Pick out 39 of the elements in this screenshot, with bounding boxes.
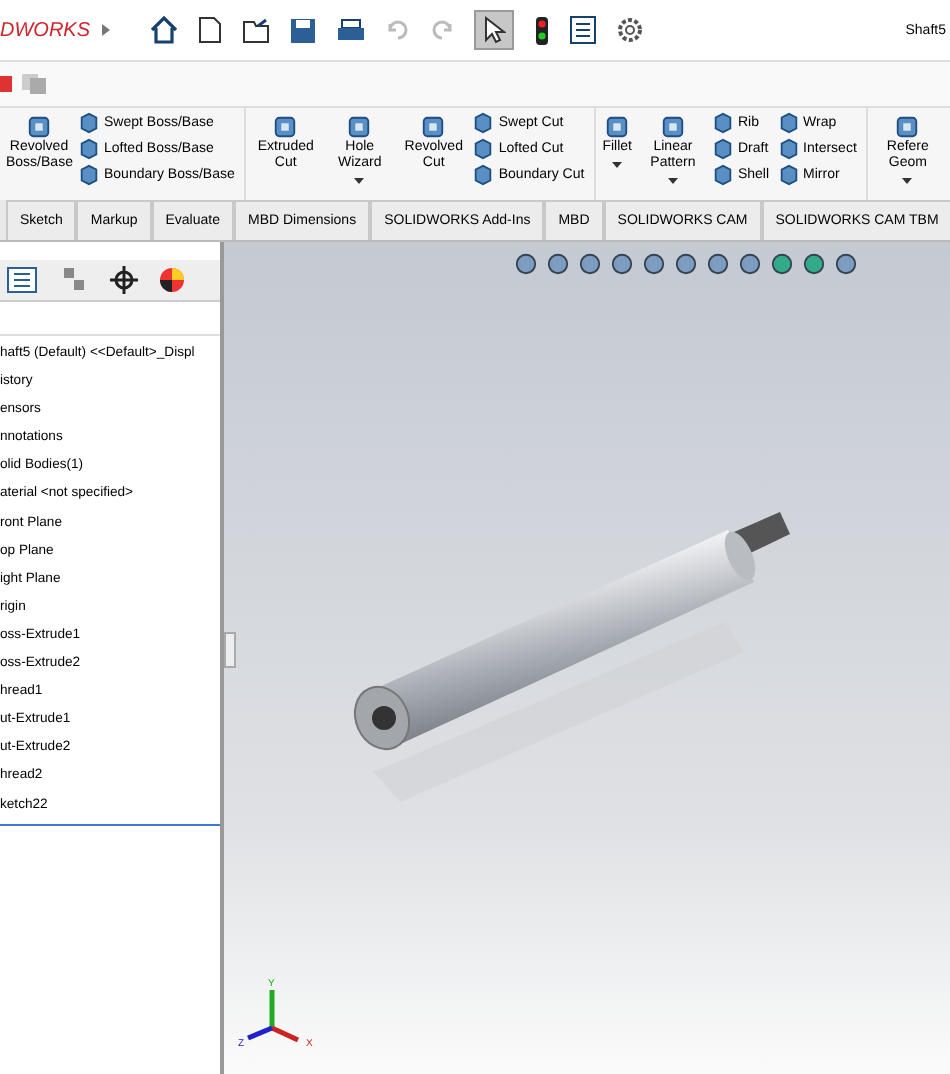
app-logo: DWORKS — [0, 19, 90, 41]
feature-icon — [78, 112, 100, 134]
feature-icon — [711, 138, 734, 160]
feature-icon — [420, 114, 447, 140]
feature-icon — [472, 164, 495, 186]
feature-icon — [777, 112, 800, 134]
expand-arrow-icon[interactable] — [102, 24, 110, 36]
toolbar-icon[interactable] — [0, 72, 12, 96]
feature-icon — [78, 138, 100, 160]
feature-icon — [346, 114, 373, 140]
feature-icon — [472, 112, 495, 134]
feature-icon — [78, 164, 100, 186]
dropdown-arrow-icon[interactable] — [667, 178, 678, 185]
feature-icon — [711, 164, 734, 186]
dropdown-arrow-icon[interactable] — [902, 178, 913, 185]
feature-icon — [894, 114, 921, 140]
dropdown-arrow-icon[interactable] — [354, 178, 365, 185]
settings-icon[interactable] — [616, 16, 644, 44]
print-icon[interactable] — [336, 17, 366, 43]
feature-icon — [777, 138, 800, 160]
dropdown-arrow-icon[interactable] — [612, 162, 623, 169]
feature-icon — [472, 138, 495, 160]
feature-icon — [26, 114, 52, 140]
select-button[interactable] — [474, 10, 514, 50]
new-document-icon[interactable] — [198, 16, 222, 44]
collapse-handle[interactable] — [224, 632, 236, 668]
list-icon[interactable] — [570, 16, 596, 44]
axis-triad-drawing — [247, 990, 300, 1043]
home-icon[interactable] — [150, 16, 178, 44]
feature-icon — [604, 114, 631, 140]
traffic-light-icon[interactable] — [534, 15, 550, 45]
feature-tree-icon[interactable] — [6, 266, 38, 294]
feature-icon — [272, 114, 299, 140]
save-icon[interactable] — [290, 17, 316, 43]
feature-icon — [777, 164, 800, 186]
open-folder-icon[interactable] — [242, 16, 270, 44]
feature-icon — [659, 114, 686, 140]
crosshair-icon[interactable] — [110, 266, 138, 294]
feature-icon — [711, 112, 734, 134]
